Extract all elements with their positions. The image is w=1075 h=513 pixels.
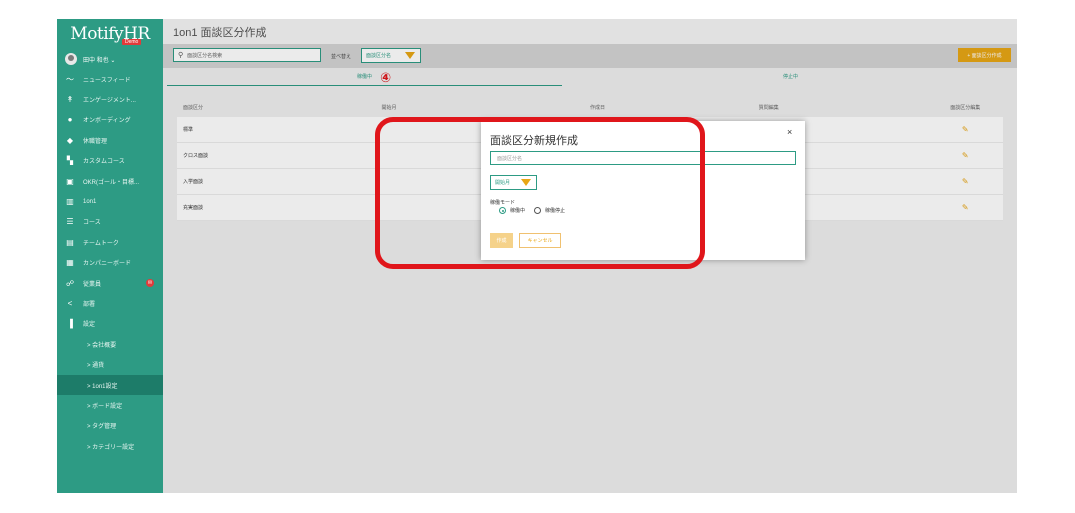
sidebar-item-course[interactable]: ☰ コース xyxy=(57,212,163,232)
sidebar-item-label: オンボーディング xyxy=(83,118,131,125)
sidebar-item-onboarding[interactable]: ● オンボーディング xyxy=(57,110,163,130)
sidebar: MotifyHR Demo 田中 和也 ⌄ 〜 ニュースフィード ↟ エンゲージメン… xyxy=(57,19,163,493)
sidebar-subitem-categories[interactable]: > カテゴリー設定 xyxy=(57,436,163,456)
sidebar-item-label: 1on1 xyxy=(83,198,97,205)
sidebar-item-label: コース xyxy=(83,220,101,227)
sidebar-item-label: 休職管理 xyxy=(83,138,108,145)
avatar xyxy=(65,53,77,65)
target-icon: ▣ xyxy=(66,176,74,186)
user-menu[interactable]: 田中 和也 ⌄ xyxy=(57,49,163,69)
sidebar-item-label: カンパニーボード xyxy=(83,261,132,268)
sidebar-subitem-currency[interactable]: > 通貨 xyxy=(57,354,163,374)
meeting-icon: ▥ xyxy=(66,197,74,207)
mail-badge-icon: ✉ xyxy=(146,279,154,288)
sidebar-item-label: ニュースフィード xyxy=(83,77,131,84)
sidebar-item-label: エンゲージメント... xyxy=(83,98,136,105)
sidebar-item-label: OKR(ゴール・目標... xyxy=(83,179,140,186)
people-icon: ☍ xyxy=(65,278,75,288)
sidebar-item-1on1[interactable]: ▥ 1on1 xyxy=(57,191,163,211)
list-icon: ☰ xyxy=(66,217,74,227)
activity-icon: 〜 xyxy=(66,74,74,84)
sidebar-item-newsfeed[interactable]: 〜 ニュースフィード xyxy=(57,69,163,89)
sidebar-item-okr[interactable]: ▣ OKR(ゴール・目標... xyxy=(57,171,163,191)
sidebar-item-label: 従業員 xyxy=(83,281,102,288)
sidebar-subitem-company[interactable]: > 会社概要 xyxy=(57,334,163,354)
chart-icon: ▐ xyxy=(67,319,73,329)
chat-icon: ▤ xyxy=(66,237,74,247)
sidebar-item-label: チームトーク xyxy=(83,240,119,247)
sidebar-item-company-board[interactable]: ▦ カンパニーボード xyxy=(57,253,163,273)
sidebar-item-teamtalk[interactable]: ▤ チームトーク xyxy=(57,232,163,252)
sidebar-item-leave[interactable]: ◆ 休職管理 xyxy=(57,130,163,150)
sidebar-item-engagement[interactable]: ↟ エンゲージメント... xyxy=(57,89,163,109)
sidebar-item-employees[interactable]: ☍ 従業員 ✉ xyxy=(57,273,163,293)
user-name: 田中 和也 ⌄ xyxy=(83,57,116,64)
sidebar-item-label: 設定 xyxy=(83,322,96,329)
sidebar-subitem-board-settings[interactable]: > ボード設定 xyxy=(57,395,163,415)
logo-badge: Demo xyxy=(122,39,142,45)
sidebar-item-label: カスタムコース xyxy=(83,159,125,166)
board-icon: ▦ xyxy=(66,258,74,268)
onboarding-icon: ● xyxy=(67,115,73,125)
tag-icon: ◆ xyxy=(66,135,74,145)
sidebar-item-departments[interactable]: < 部署 xyxy=(57,293,163,313)
sidebar-subitem-1on1-settings[interactable]: > 1on1設定 xyxy=(57,374,163,396)
logo[interactable]: MotifyHR Demo xyxy=(57,19,163,49)
grid-icon: ▚ xyxy=(66,156,74,166)
sidebar-subitem-tags[interactable]: > タグ管理 xyxy=(57,416,163,436)
sidebar-item-label: 部署 xyxy=(83,301,96,308)
annotation-highlight xyxy=(375,117,705,269)
engagement-icon: ↟ xyxy=(66,95,74,105)
sidebar-item-custom-course[interactable]: ▚ カスタムコース xyxy=(57,151,163,171)
sidebar-item-settings[interactable]: ▐ 設定 xyxy=(57,314,163,334)
close-icon[interactable]: × xyxy=(787,127,792,137)
share-icon: < xyxy=(67,298,73,308)
